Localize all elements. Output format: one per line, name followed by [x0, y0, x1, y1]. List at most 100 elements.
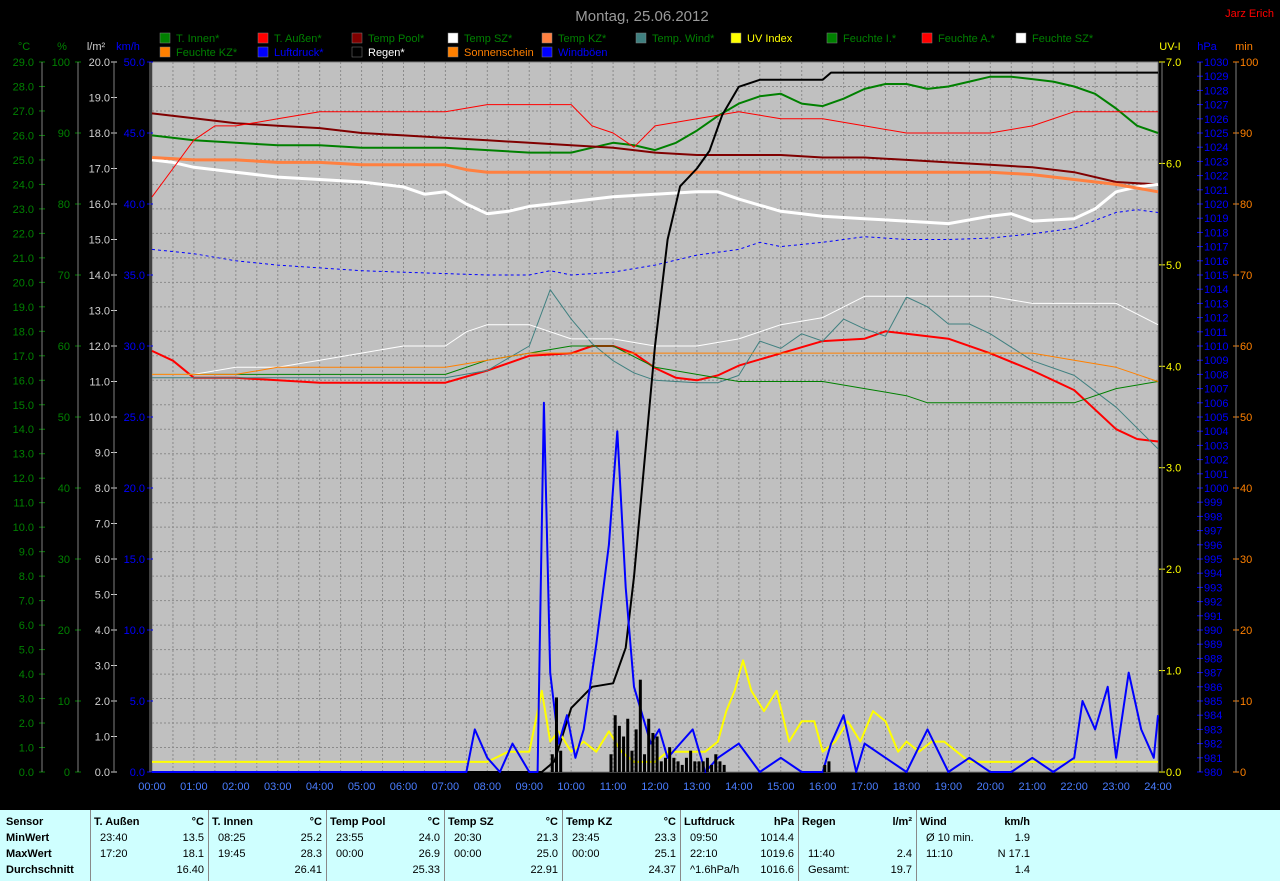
tick-label: 9.0: [95, 448, 110, 460]
rain-bar: [622, 736, 626, 772]
tick-label: 1000: [1204, 483, 1228, 495]
tick-label: 40: [58, 483, 70, 495]
legend-label: Temp Pool*: [368, 33, 425, 45]
stats-value: 26.9: [418, 848, 440, 860]
tick-label: 8.0: [19, 571, 34, 583]
stats-time: 22:10: [690, 848, 718, 860]
tick-label: 1027: [1204, 100, 1228, 112]
tick-label: 1.0: [19, 743, 34, 755]
stats-value: 24.37: [648, 864, 676, 876]
rain-bar: [663, 757, 667, 772]
x-tick-label: 01:00: [180, 781, 208, 793]
tick-label: 4.0: [19, 669, 34, 681]
stats-time: 23:55: [336, 832, 364, 844]
legend-swatch: [159, 32, 171, 44]
stats-block-unit: km/h: [1004, 816, 1030, 828]
stats-block-title: Temp Pool: [330, 816, 386, 828]
legend-swatch: [447, 46, 459, 58]
axis-unit-label: l/m²: [87, 41, 106, 53]
rain-bar: [609, 754, 613, 772]
x-tick-label: 09:00: [515, 781, 543, 793]
x-tick-label: 00:00: [138, 781, 166, 793]
rain-bar: [693, 761, 697, 772]
legend-swatch: [257, 46, 269, 58]
legend-label: Temp. Wind*: [652, 33, 715, 45]
rain-bar: [710, 764, 714, 772]
tick-label: 1018: [1204, 227, 1228, 239]
tick-label: 13.0: [13, 449, 34, 461]
legend-swatch: [447, 32, 459, 44]
tick-label: 5.0: [130, 696, 145, 708]
x-tick-label: 08:00: [474, 781, 502, 793]
axis-unit-label: min: [1235, 41, 1253, 53]
legend-label: Regen*: [368, 47, 405, 59]
legend-label: Temp SZ*: [464, 33, 513, 45]
tick-label: 19.0: [89, 93, 110, 105]
stats-time: 19:45: [218, 848, 246, 860]
stats-time: 11:40: [808, 848, 835, 860]
tick-label: 100: [52, 57, 70, 69]
stats-value: 1019.6: [760, 848, 794, 860]
legend-swatch: [351, 32, 363, 44]
tick-label: 1002: [1204, 455, 1228, 467]
tick-label: 999: [1204, 497, 1222, 509]
stats-block-unit: °C: [545, 816, 558, 828]
stats-block-unit: °C: [427, 816, 440, 828]
stats-value: 25.0: [536, 848, 558, 860]
rain-bar: [647, 718, 651, 772]
tick-label: 984: [1204, 710, 1222, 722]
stats-time: 09:50: [690, 832, 718, 844]
tick-label: 70: [58, 270, 70, 282]
stats-block-title: Luftdruck: [684, 816, 735, 828]
legend-swatch: [257, 32, 269, 44]
tick-label: 5.0: [19, 645, 34, 657]
chart-title: Montag, 25.06.2012: [575, 8, 708, 25]
tick-label: 1022: [1204, 171, 1228, 183]
tick-label: 991: [1204, 611, 1222, 623]
tick-label: 3.0: [95, 661, 110, 673]
stats-value: 13.5: [182, 832, 204, 844]
tick-label: 11.0: [13, 498, 34, 510]
rain-bar: [659, 761, 663, 772]
stats-separator: [326, 810, 327, 881]
tick-label: 16.0: [13, 375, 34, 387]
legend-swatch: [635, 32, 647, 44]
stats-block-unit: hPa: [773, 816, 794, 828]
stats-value: 1014.4: [760, 832, 794, 844]
tick-label: 5.0: [95, 590, 110, 602]
x-tick-label: 14:00: [725, 781, 753, 793]
rain-bar: [630, 750, 634, 772]
x-tick-label: 02:00: [222, 781, 250, 793]
row-label: Durchschnitt: [6, 864, 74, 876]
x-tick-label: 19:00: [935, 781, 963, 793]
row-label: MinWert: [6, 832, 50, 844]
tick-label: 6.0: [95, 554, 110, 566]
axis-unit-label: %: [57, 41, 67, 53]
tick-label: 1.0: [1166, 666, 1181, 678]
tick-label: 996: [1204, 540, 1222, 552]
tick-label: 25.0: [13, 155, 34, 167]
tick-label: 1001: [1204, 469, 1228, 481]
tick-label: 1004: [1204, 426, 1228, 438]
tick-label: 1016: [1204, 256, 1228, 268]
tick-label: 50.0: [124, 57, 145, 69]
x-tick-label: 17:00: [851, 781, 879, 793]
tick-label: 2.0: [19, 718, 34, 730]
tick-label: 40: [1240, 483, 1252, 495]
tick-label: 10: [1240, 696, 1252, 708]
tick-label: 20: [58, 625, 70, 637]
tick-label: 28.0: [13, 81, 34, 93]
legend-label: Feuchte I.*: [843, 33, 897, 45]
stats-value: 25.1: [654, 848, 676, 860]
author-label: Jarz Erich: [1225, 8, 1274, 20]
stats-block-unit: °C: [309, 816, 322, 828]
tick-label: 24.0: [13, 179, 34, 191]
tick-label: 0.0: [19, 767, 34, 779]
tick-label: 80: [58, 199, 70, 211]
rain-bar: [827, 761, 831, 772]
stats-value: 28.3: [300, 848, 322, 860]
tick-label: 3.0: [19, 694, 34, 706]
stats-value: 1.9: [1014, 832, 1030, 844]
legend-swatch: [541, 32, 553, 44]
x-tick-label: 24:00: [1144, 781, 1172, 793]
